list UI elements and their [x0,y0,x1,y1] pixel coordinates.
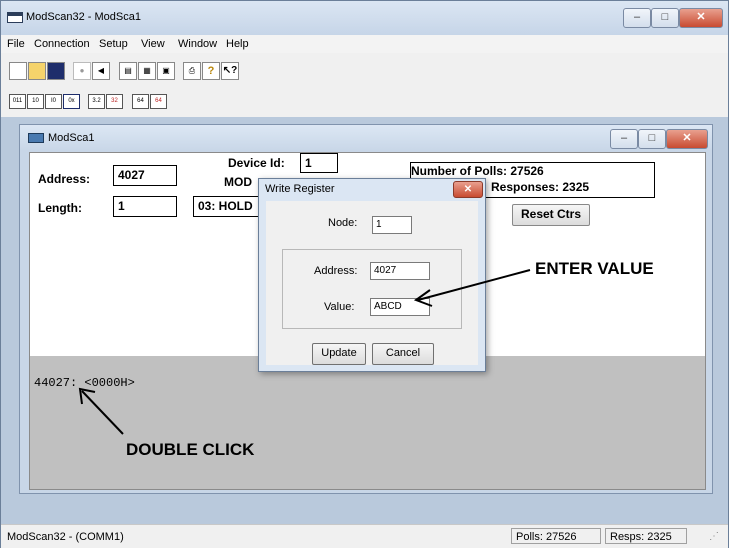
status-bar: ModScan32 - (COMM1) Polls: 27526 Resps: … [1,524,728,548]
double-click-annotation: DOUBLE CLICK [126,440,255,459]
status-polls: Polls: 27526 [511,528,601,544]
enter-value-annotation: ENTER VALUE [535,259,654,278]
status-connection: ModScan32 - (COMM1) [7,531,124,543]
double-click-arrow [78,387,124,435]
enter-value-arrow [413,269,531,307]
resize-grip-icon[interactable]: ⋰ [709,531,719,542]
status-resps: Resps: 2325 [605,528,687,544]
